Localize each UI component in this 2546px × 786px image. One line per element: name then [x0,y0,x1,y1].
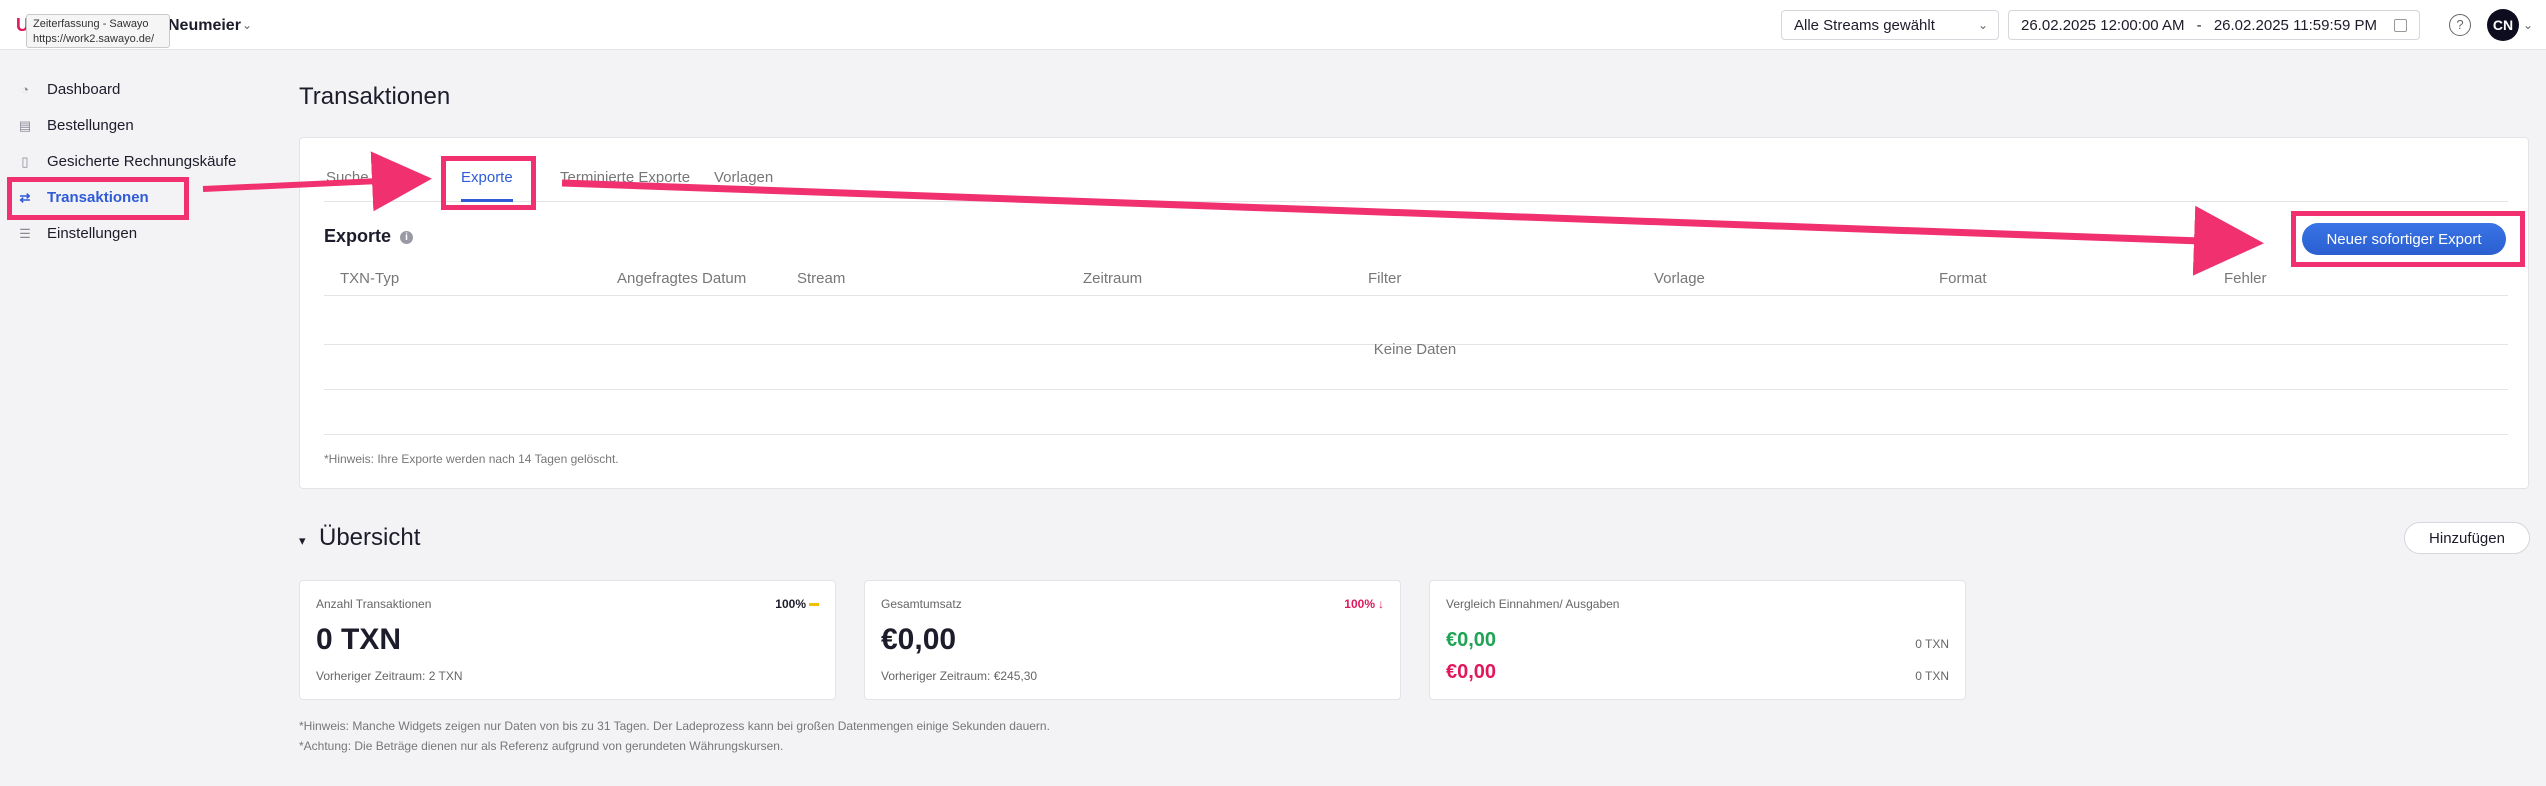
settings-icon: ☰ [19,226,31,241]
add-widget-button[interactable]: Hinzufügen [2404,522,2530,554]
widget-value: 0 TXN [316,623,402,656]
arrow-down-icon: ↓ [1378,597,1384,611]
column-header[interactable]: Fehler [2224,270,2267,287]
trend-percent: 100% [775,597,806,611]
column-header[interactable]: Filter [1368,270,1401,287]
expense-value: €0,00 [1446,661,1497,683]
table-header: TXN-Typ Angefragtes Datum Stream Zeitrau… [324,262,2508,296]
empty-state: Keine Daten [1373,341,1457,358]
widget-label: Gesamtumsatz [881,597,962,611]
info-icon[interactable]: i [400,231,413,244]
table-divider [324,389,2508,390]
chevron-down-icon[interactable]: ⌄ [2523,18,2533,32]
section-title: Exporte [324,226,392,246]
table-divider [324,434,2508,435]
expense-txn: 0 TXN [1915,669,1949,683]
column-header[interactable]: TXN-Typ [340,270,399,287]
transactions-icon: ⇄ [19,190,31,205]
overview-title[interactable]: Übersicht [299,524,420,552]
sidebar-item-bestellungen[interactable]: ▤ Bestellungen [18,113,258,139]
income-value: €0,00 [1446,629,1497,651]
column-header[interactable]: Zeitraum [1083,270,1142,287]
dashboard-icon: ◔ [21,82,29,97]
tab-terminierte-exporte[interactable]: Terminierte Exporte [560,168,690,202]
widget-previous: Vorheriger Zeitraum: 2 TXN [316,669,463,683]
exports-card: Suche Exporte Terminierte Exporte Vorlag… [299,137,2529,489]
tooltip-title: Zeiterfassung - Sawayo [33,18,149,30]
income-txn: 0 TXN [1915,637,1949,651]
sidebar: ◔ Dashboard ▤ Bestellungen ▯ Gesicherte … [0,50,280,786]
sidebar-item-transaktionen[interactable]: ⇄ Transaktionen [18,185,258,211]
date-range-picker[interactable]: 26.02.2025 12:00:00 AM - 26.02.2025 11:5… [2008,10,2420,40]
tab-bar: Suche Exporte Terminierte Exporte Vorlag… [324,168,2508,202]
column-header[interactable]: Angefragtes Datum [617,270,746,287]
help-icon[interactable]: ? [2449,14,2471,36]
footnote-warning: *Achtung: Die Beträge dienen nur als Ref… [299,739,784,753]
new-instant-export-button[interactable]: Neuer sofortiger Export [2302,223,2506,255]
tooltip-url: https://work2.sawayo.de/ [33,33,155,45]
sidebar-item-label: Gesicherte Rechnungskäufe [47,153,237,170]
sidebar-item-label: Transaktionen [47,189,149,206]
avatar[interactable]: CN [2487,9,2519,41]
account-name[interactable]: Neumeier [168,17,241,35]
trend-neutral-icon [809,603,819,607]
column-header[interactable]: Vorlage [1654,270,1705,287]
calendar-icon [2394,19,2407,32]
widget-transactions-count: Anzahl Transaktionen 100% 0 TXN Vorherig… [299,580,836,700]
date-to: 26.02.2025 11:59:59 PM [2213,17,2378,34]
trend-badge: 100% ↓ [1344,597,1384,611]
date-separator: - [2196,17,2202,34]
clipboard-icon: ▯ [21,154,29,169]
page-title: Transaktionen [299,83,451,110]
widget-value: €0,00 [881,623,957,656]
sidebar-item-label: Einstellungen [47,225,138,242]
orders-icon: ▤ [18,118,32,133]
exports-hint: *Hinweis: Ihre Exporte werden nach 14 Ta… [324,452,619,466]
overview-title-text: Übersicht [319,524,421,551]
sidebar-item-rechnungskaeufe[interactable]: ▯ Gesicherte Rechnungskäufe [18,149,258,175]
widget-label: Anzahl Transaktionen [316,597,432,611]
chevron-down-icon[interactable]: ⌄ [242,18,252,32]
widget-label: Vergleich Einnahmen/ Ausgaben [1446,597,1620,611]
chevron-down-icon: ⌄ [1977,18,1988,32]
sidebar-item-label: Bestellungen [47,117,134,134]
column-header[interactable]: Format [1939,270,1987,287]
tab-exporte[interactable]: Exporte [461,168,513,202]
sidebar-item-dashboard[interactable]: ◔ Dashboard [18,77,258,103]
footnote-hint: *Hinweis: Manche Widgets zeigen nur Date… [299,719,1050,733]
sidebar-item-label: Dashboard [47,81,121,98]
top-bar: U Zeiterfassung - Sawayo https://work2.s… [0,0,2546,50]
tab-vorlagen[interactable]: Vorlagen [714,168,773,202]
sidebar-item-einstellungen[interactable]: ☰ Einstellungen [18,221,258,247]
trend-percent: 100% [1344,597,1375,611]
widget-income-expense: Vergleich Einnahmen/ Ausgaben €0,00 0 TX… [1429,580,1966,700]
date-from: 26.02.2025 12:00:00 AM [2021,17,2185,34]
tab-suche[interactable]: Suche [326,168,369,202]
column-header[interactable]: Stream [797,270,845,287]
stream-select-value: Alle Streams gewählt [1794,17,1935,34]
stream-select[interactable]: Alle Streams gewählt ⌄ [1781,10,1999,40]
widget-previous: Vorheriger Zeitraum: €245,30 [881,669,1038,683]
widget-total-revenue: Gesamtumsatz 100% ↓ €0,00 Vorheriger Zeit… [864,580,1401,700]
trend-badge: 100% [775,597,819,611]
browser-tooltip: Zeiterfassung - Sawayo https://work2.saw… [26,14,170,48]
